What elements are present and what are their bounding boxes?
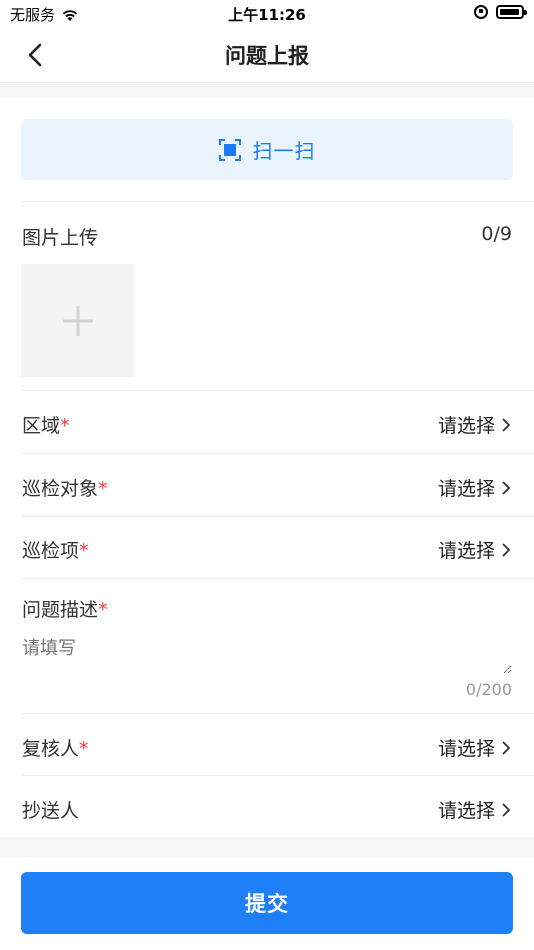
description-label-text: 问题描述 [22,599,99,621]
description-counter: 0/200 [465,680,512,699]
chevron-right-icon [502,417,511,432]
inspect-object-select[interactable]: 请选择 [438,474,511,501]
chevron-right-icon [502,740,511,755]
section-spacer [0,837,534,857]
chevron-right-icon [502,480,511,495]
cc-label: 抄送人 [22,800,80,822]
inspect-item-select[interactable]: 请选择 [438,536,511,563]
inspect-object-label: 巡检对象* [22,474,108,501]
plus-icon [62,305,93,336]
inspect-item-label-text: 巡检项 [22,540,80,562]
required-mark: * [98,478,108,500]
divider [21,775,534,776]
upload-count: 0/9 [481,223,512,245]
chevron-right-icon [502,802,511,817]
area-value: 请选择 [437,415,495,437]
area-select[interactable]: 请选择 [438,411,511,438]
inspect-item-label: 巡检项* [22,536,89,563]
description-label: 问题描述* [22,595,108,622]
chevron-right-icon [502,542,511,557]
inspect-object-value: 请选择 [437,478,495,500]
nav-bar: 问题上报 [0,28,534,83]
rotation-lock-icon [474,5,488,19]
required-mark: * [79,540,89,562]
reviewer-label: 复核人* [22,734,89,761]
reviewer-value: 请选择 [437,738,495,760]
required-mark: * [98,599,108,621]
divider [21,453,534,454]
battery-icon [496,5,527,19]
reviewer-select[interactable]: 请选择 [438,734,511,761]
section-spacer [0,84,534,98]
scan-icon [218,138,241,161]
divider [21,201,534,202]
area-label-text: 区域 [22,415,61,437]
divider [21,516,534,517]
upload-label: 图片上传 [22,227,99,249]
cc-select[interactable]: 请选择 [438,796,511,823]
page-title: 问题上报 [225,44,309,68]
inspect-item-value: 请选择 [437,540,495,562]
add-image-button[interactable] [21,264,134,377]
status-right [474,5,527,19]
divider [21,578,534,579]
status-bar: 无服务 上午11:26 [0,0,534,28]
required-mark: * [60,415,70,437]
divider [21,713,534,714]
cc-value: 请选择 [437,800,495,822]
divider [21,390,534,391]
submit-button[interactable]: 提交 [21,872,513,934]
scan-label: 扫一扫 [252,139,316,163]
inspect-object-label-text: 巡检对象 [22,478,99,500]
reviewer-label-text: 复核人 [22,738,80,760]
scan-button[interactable]: 扫一扫 [21,119,513,180]
required-mark: * [79,738,89,760]
area-label: 区域* [22,411,70,438]
description-input[interactable] [22,634,512,674]
status-time: 上午11:26 [228,6,306,24]
